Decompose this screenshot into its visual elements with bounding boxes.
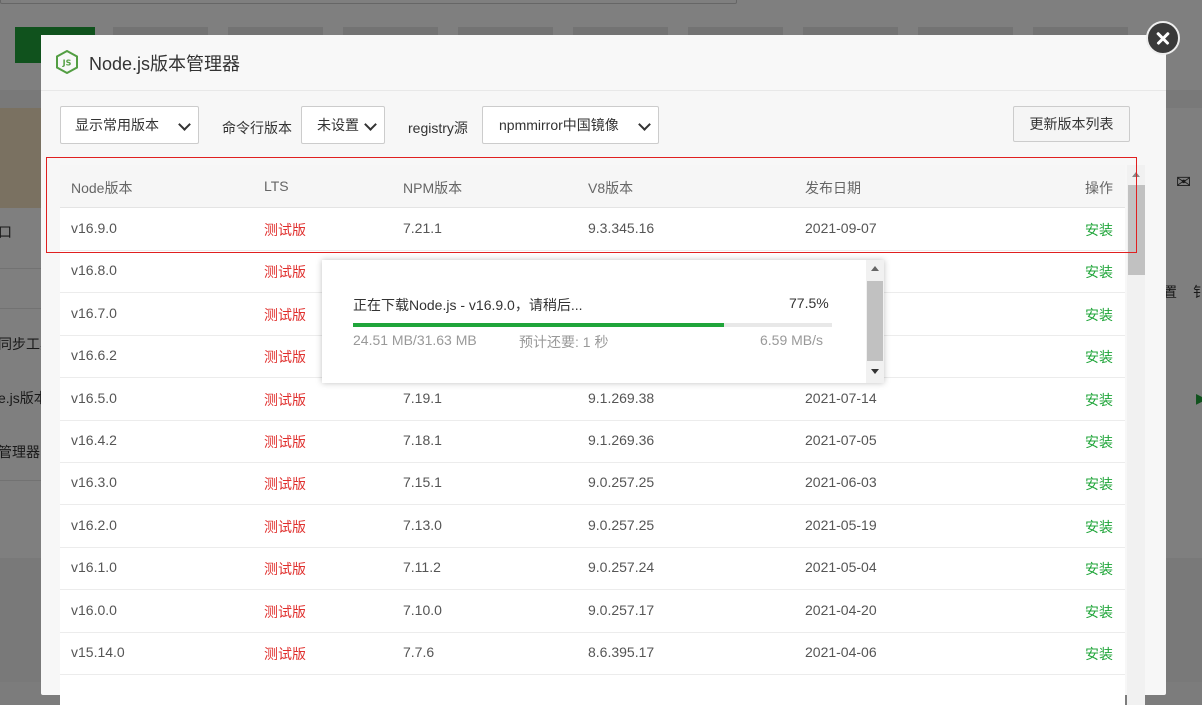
nodejs-logo-icon: JS xyxy=(56,50,78,74)
install-button[interactable]: 安装 xyxy=(1085,644,1113,664)
cell-node-version: v16.7.0 xyxy=(71,304,117,321)
cli-version-value: 未设置 xyxy=(317,117,359,133)
cell-release-date: 2021-07-14 xyxy=(805,389,877,406)
chevron-down-icon xyxy=(364,118,377,131)
cell-node-version: v16.1.0 xyxy=(71,559,117,576)
download-size: 24.51 MB/31.63 MB xyxy=(353,332,477,348)
scroll-down-arrow-icon[interactable] xyxy=(871,369,879,374)
cell-npm-version: 7.11.2 xyxy=(403,559,441,576)
cell-npm-version: 7.7.6 xyxy=(403,644,435,660)
nodejs-logo-text: JS xyxy=(62,59,72,68)
cell-v8-version: 9.0.257.25 xyxy=(588,474,655,491)
table-row: v16.4.2 测试版 7.18.1 9.1.269.36 2021-07-05 安装 xyxy=(60,420,1125,463)
cell-node-version: v16.2.0 xyxy=(71,516,117,533)
refresh-version-list-button[interactable]: 更新版本列表 xyxy=(1013,106,1130,142)
download-progress-bar xyxy=(353,323,832,327)
table-row: v16.0.0 测试版 7.10.0 9.0.257.17 2021-04-20 安装 xyxy=(60,590,1125,633)
registry-label: registry源 xyxy=(408,120,468,136)
cell-npm-version: 7.13.0 xyxy=(403,516,442,533)
install-button[interactable]: 安装 xyxy=(1085,517,1113,537)
download-progress-fill xyxy=(353,323,725,327)
cell-node-version: v16.3.0 xyxy=(71,474,117,491)
cell-node-version: v16.0.0 xyxy=(71,601,117,618)
cell-lts: 测试版 xyxy=(264,561,306,578)
cell-release-date: 2021-05-19 xyxy=(805,516,877,533)
popup-scrollbar-thumb[interactable] xyxy=(867,281,883,361)
download-eta: 预计还要: 1 秒 xyxy=(519,334,609,350)
registry-value: npmmirror中国镜像 xyxy=(499,117,619,133)
cell-lts: 测试版 xyxy=(264,646,306,662)
cell-lts: 测试版 xyxy=(264,264,306,281)
cell-lts: 测试版 xyxy=(264,349,306,366)
download-progress-popup: 正在下载Node.js - v16.9.0，请稍后... 77.5% 24.51… xyxy=(322,260,884,383)
cell-npm-version: 7.19.1 xyxy=(403,389,442,406)
cell-release-date: 2021-04-06 xyxy=(805,644,877,660)
dialog-title: Node.js版本管理器 xyxy=(89,54,241,74)
cell-release-date: 2021-06-03 xyxy=(805,474,877,491)
cell-node-version: v16.8.0 xyxy=(71,262,117,279)
install-button[interactable]: 安装 xyxy=(1085,474,1113,494)
close-dialog-button[interactable] xyxy=(1146,21,1180,55)
cli-version-label: 命令行版本 xyxy=(222,120,292,136)
version-filter-value: 显示常用版本 xyxy=(75,117,159,133)
table-row: v16.3.0 测试版 7.15.1 9.0.257.25 2021-06-03 安装 xyxy=(60,462,1125,506)
download-percent: 77.5% xyxy=(789,295,829,311)
install-button[interactable]: 安装 xyxy=(1085,347,1113,367)
cell-node-version: v15.14.0 xyxy=(71,644,125,660)
cell-npm-version: 7.10.0 xyxy=(403,601,442,618)
table-row: v16.2.0 测试版 7.13.0 9.0.257.25 2021-05-19 安装 xyxy=(60,505,1125,548)
dialog-header: JS Node.js版本管理器 xyxy=(41,35,1166,91)
cell-lts: 测试版 xyxy=(264,434,306,450)
install-button[interactable]: 安装 xyxy=(1085,432,1113,452)
table-row: v15.14.0 测试版 7.7.6 8.6.395.17 2021-04-06 安装 xyxy=(60,632,1125,675)
chevron-down-icon xyxy=(178,118,191,131)
cell-lts: 测试版 xyxy=(264,518,306,535)
cell-lts: 测试版 xyxy=(264,391,306,408)
cell-node-version: v16.4.2 xyxy=(71,432,117,448)
install-button[interactable]: 安装 xyxy=(1085,559,1113,579)
cell-v8-version: 9.0.257.24 xyxy=(588,559,655,576)
cell-lts: 测试版 xyxy=(264,476,306,493)
scroll-up-arrow-icon[interactable] xyxy=(871,266,879,271)
cell-node-version: v16.5.0 xyxy=(71,389,117,406)
cell-v8-version: 9.1.269.36 xyxy=(588,432,655,448)
install-button[interactable]: 安装 xyxy=(1085,262,1113,282)
cell-lts: 测试版 xyxy=(264,603,306,620)
cell-v8-version: 9.0.257.25 xyxy=(588,516,655,533)
cell-release-date: 2021-07-05 xyxy=(805,432,877,448)
install-button[interactable]: 安装 xyxy=(1085,390,1113,410)
download-status-text: 正在下载Node.js - v16.9.0，请稍后... xyxy=(353,297,583,313)
chevron-down-icon xyxy=(638,118,651,131)
cell-release-date: 2021-05-04 xyxy=(805,559,877,576)
cell-node-version: v16.6.2 xyxy=(71,347,117,364)
cell-npm-version: 7.15.1 xyxy=(403,474,442,491)
install-button[interactable]: 安装 xyxy=(1085,602,1113,622)
cell-release-date: 2021-04-20 xyxy=(805,601,877,618)
cell-v8-version: 9.0.257.17 xyxy=(588,601,655,618)
cell-v8-version: 8.6.395.17 xyxy=(588,644,655,660)
cell-npm-version: 7.18.1 xyxy=(403,432,442,448)
highlight-box xyxy=(46,157,1137,253)
registry-select[interactable]: npmmirror中国镜像 xyxy=(482,106,659,144)
cli-version-select[interactable]: 未设置 xyxy=(301,106,385,144)
popup-scrollbar[interactable] xyxy=(866,260,884,383)
version-filter-select[interactable]: 显示常用版本 xyxy=(60,106,199,144)
install-button[interactable]: 安装 xyxy=(1085,305,1113,325)
download-speed: 6.59 MB/s xyxy=(760,332,824,348)
cell-lts: 测试版 xyxy=(264,306,306,323)
table-row: v16.5.0 测试版 7.19.1 9.1.269.38 2021-07-14 安装 xyxy=(60,378,1125,421)
table-row: v16.1.0 测试版 7.11.2 9.0.257.24 2021-05-04 安装 xyxy=(60,547,1125,591)
cell-v8-version: 9.1.269.38 xyxy=(588,389,655,406)
